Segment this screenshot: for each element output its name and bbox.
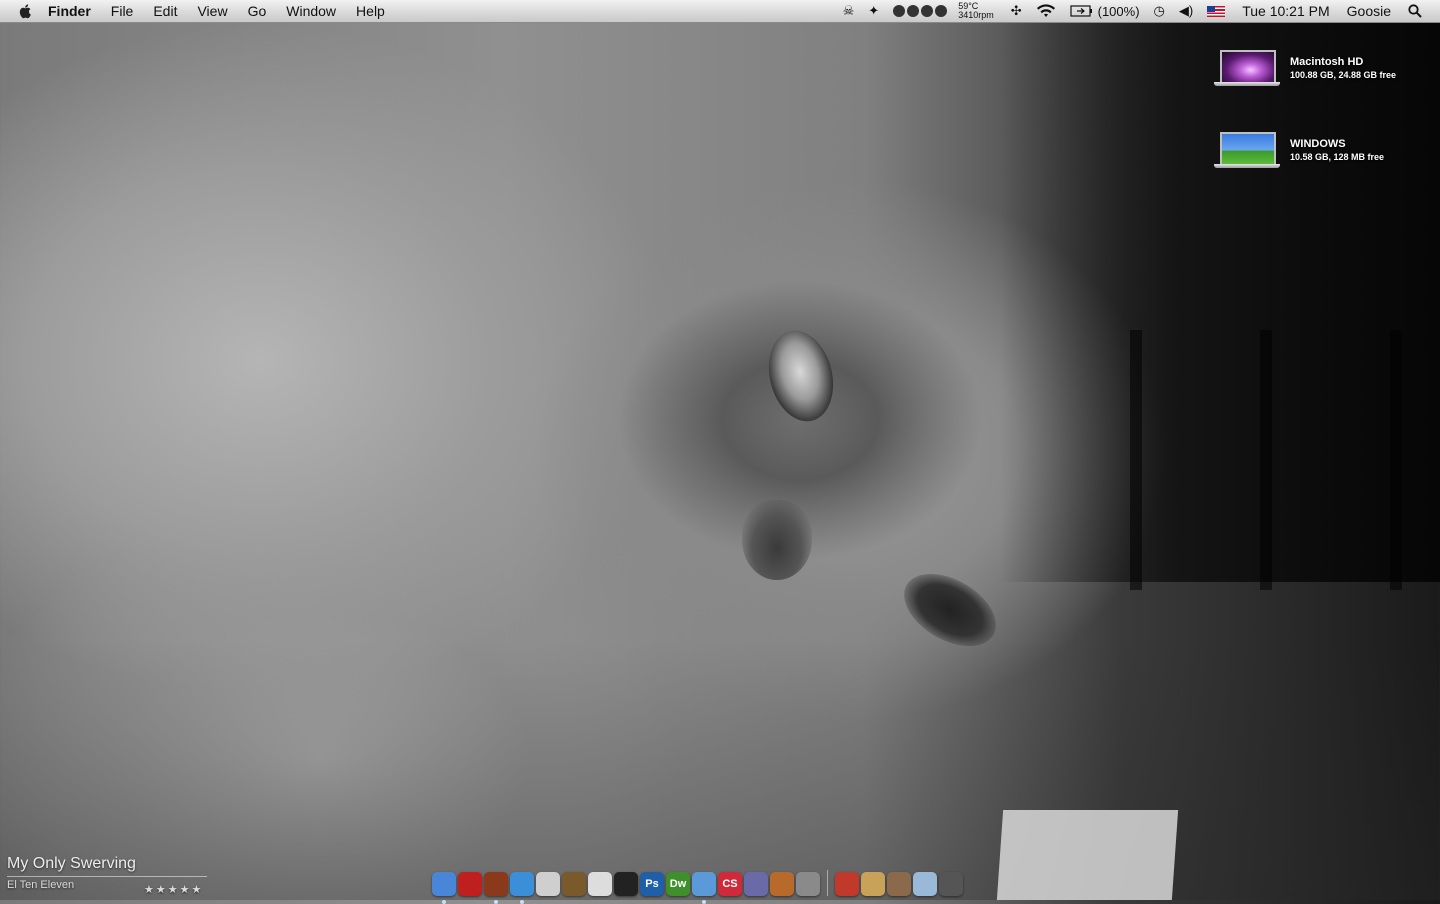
menu-edit[interactable]: Edit — [153, 3, 177, 19]
running-indicator — [494, 900, 498, 904]
finder-icon[interactable] — [432, 872, 456, 904]
menu-view[interactable]: View — [197, 3, 227, 19]
dock-separator — [827, 870, 828, 896]
menu-help[interactable]: Help — [356, 3, 385, 19]
battery-status[interactable]: (100%) — [1070, 4, 1140, 19]
dock-icon-label: CS — [722, 878, 738, 890]
running-indicator — [520, 900, 524, 904]
trash-icon[interactable] — [939, 872, 963, 896]
battery-icon — [1070, 5, 1092, 17]
wallpaper-chair-legs — [1100, 330, 1440, 590]
temperature-monitor[interactable]: 59°C 3410rpm — [958, 2, 994, 20]
address-book-icon[interactable] — [536, 872, 560, 896]
system-preferences-icon[interactable] — [796, 872, 820, 896]
growl-icon[interactable]: ✦ — [868, 3, 879, 19]
magnifier-icon — [1408, 4, 1422, 18]
wifi-glyph-icon — [1036, 4, 1055, 18]
aperture-icon[interactable] — [614, 872, 638, 896]
documents-stack-icon[interactable] — [861, 872, 885, 896]
safari-icon[interactable] — [510, 872, 534, 904]
fan-speed-value: 3410rpm — [958, 10, 994, 20]
menu-bar: Finder File Edit View Go Window Help ☠ ✦… — [0, 0, 1440, 23]
photoshop-icon[interactable]: Ps — [640, 872, 664, 896]
hard-drive-icon — [1214, 130, 1280, 170]
dock-icon-label: Dw — [669, 878, 687, 890]
dictionary-icon[interactable] — [484, 872, 508, 904]
menu-user-name[interactable]: Goosie — [1347, 3, 1391, 19]
battery-percent: (100%) — [1097, 3, 1140, 19]
running-indicator — [442, 900, 446, 904]
apple-menu-icon[interactable] — [18, 3, 34, 19]
folder-stack-icon[interactable] — [913, 872, 937, 896]
wallpaper-cat-eye — [759, 323, 843, 429]
disk-info: 10.58 GB, 128 MB free — [1290, 152, 1385, 162]
red-app-icon[interactable] — [458, 872, 482, 896]
spotlight-search-icon[interactable] — [1408, 4, 1422, 18]
adobe-cs-icon[interactable]: CS — [718, 872, 742, 896]
downloads-stack-icon[interactable] — [887, 872, 911, 896]
itunes-icon[interactable] — [692, 872, 716, 904]
menu-down-icon[interactable] — [935, 5, 948, 17]
flickr-uploader-icon[interactable] — [588, 872, 612, 896]
now-playing-song: My Only Swerving — [7, 855, 136, 872]
desktop-disk-macintosh-hd[interactable]: Macintosh HD 100.88 GB, 24.88 GB free — [1214, 48, 1396, 88]
disk-info: 100.88 GB, 24.88 GB free — [1290, 70, 1397, 80]
time-machine-icon[interactable]: ◷ — [1154, 3, 1165, 19]
previous-track-icon[interactable] — [893, 5, 906, 17]
menu-file[interactable]: File — [111, 3, 134, 19]
itunes-controls[interactable] — [893, 5, 948, 17]
wallpaper-paper — [996, 810, 1179, 900]
now-playing-rating[interactable]: ★★★★★ — [144, 883, 203, 896]
menu-window[interactable]: Window — [286, 3, 336, 19]
volume-icon[interactable]: ◀) — [1179, 3, 1193, 19]
dock: Ps Dw CS — [432, 860, 963, 904]
menu-go[interactable]: Go — [248, 3, 267, 19]
us-flag-icon — [1207, 5, 1226, 17]
input-menu[interactable] — [1207, 5, 1226, 17]
hard-drive-icon — [1214, 48, 1280, 88]
iphoto-icon[interactable] — [562, 872, 586, 896]
menu-app-name[interactable]: Finder — [48, 3, 91, 19]
disk-name: Macintosh HD — [1290, 56, 1364, 68]
wifi-icon[interactable] — [1036, 4, 1056, 18]
dock-icon-label: Ps — [645, 878, 659, 890]
running-indicator — [702, 900, 706, 904]
applications-stack-icon[interactable] — [835, 872, 859, 896]
skull-menulet-icon[interactable]: ☠ — [843, 3, 855, 19]
desktop-disk-windows[interactable]: WINDOWS 10.58 GB, 128 MB free — [1214, 130, 1384, 170]
menu-clock[interactable]: Tue 10:21 PM — [1242, 3, 1329, 19]
bluetooth-icon[interactable]: ✣ — [1011, 3, 1022, 19]
now-playing-divider — [7, 876, 207, 877]
disk-name: WINDOWS — [1290, 138, 1346, 150]
next-track-icon[interactable] — [921, 5, 934, 17]
keynote-icon[interactable] — [770, 872, 794, 896]
now-playing-widget: My Only Swerving El Ten Eleven ★★★★★ — [7, 855, 207, 896]
menu-extras: ☠ ✦ 59°C 3410rpm ✣ (100%) ◷ ◀) Tue 10:21… — [836, 0, 1440, 22]
script-editor-icon[interactable] — [744, 872, 768, 896]
pause-icon[interactable] — [907, 5, 920, 17]
dreamweaver-icon[interactable]: Dw — [666, 872, 690, 896]
wallpaper-cat-nose — [742, 500, 812, 580]
